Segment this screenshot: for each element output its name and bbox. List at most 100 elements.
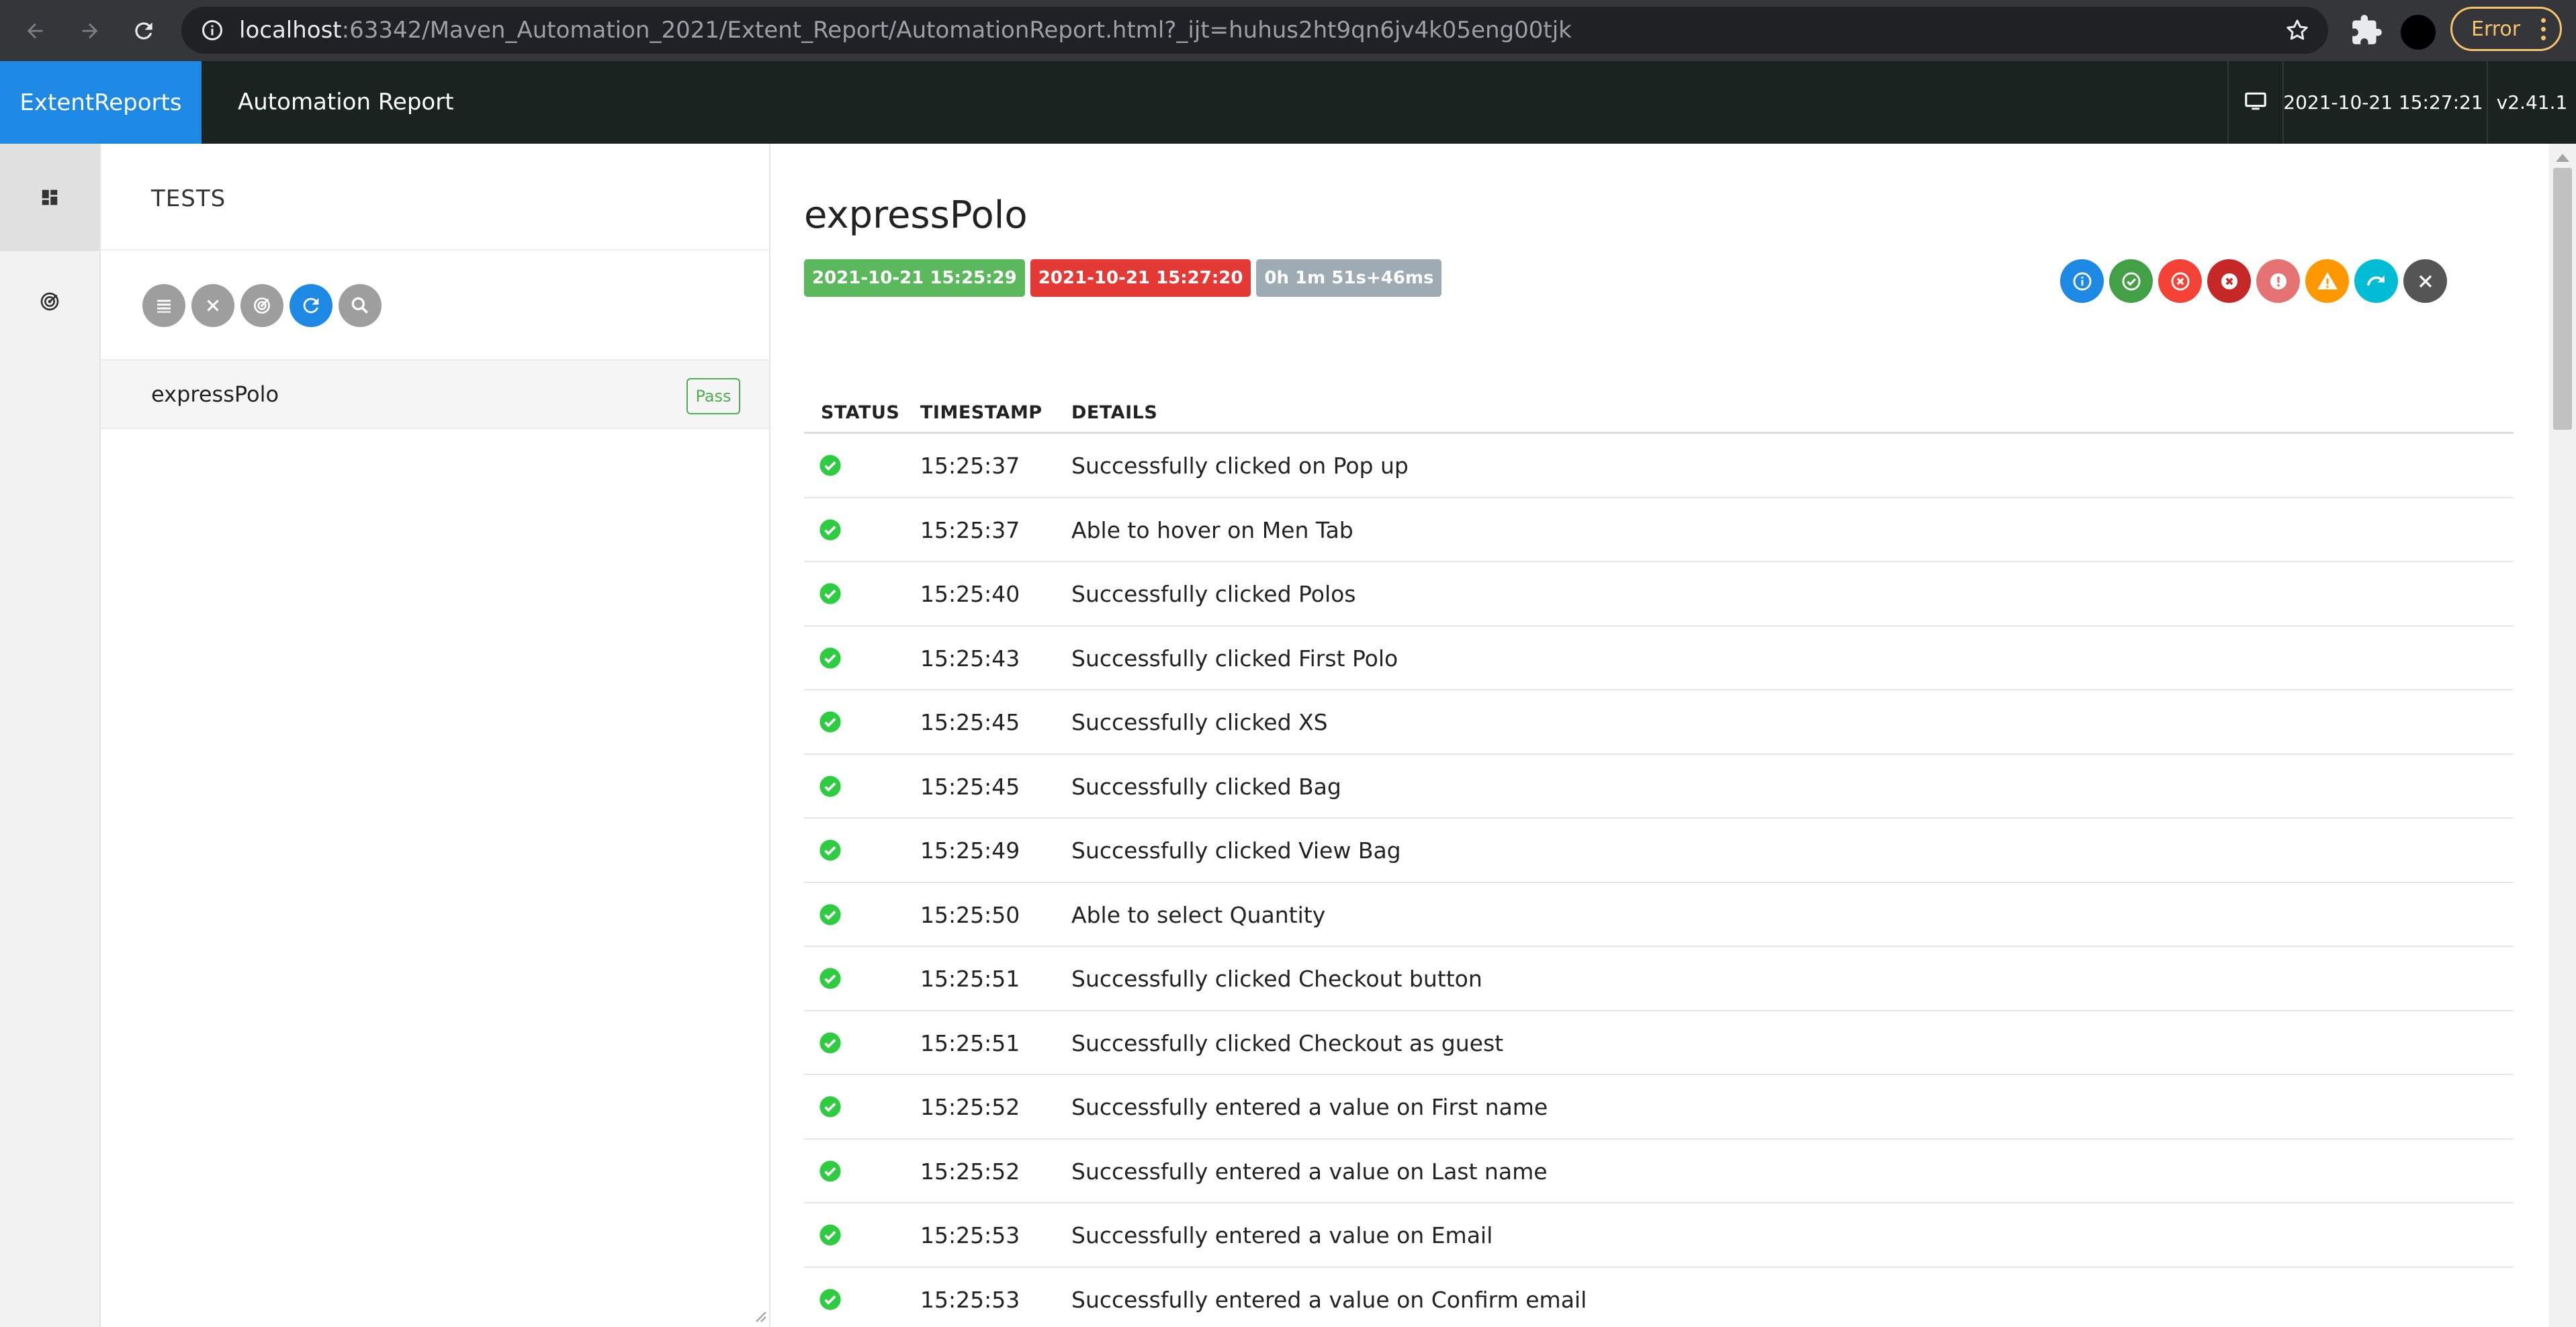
test-list-item[interactable]: expressPolo Pass xyxy=(101,359,769,429)
pass-status-icon xyxy=(819,647,841,669)
filter-clear-button[interactable] xyxy=(2403,259,2447,303)
end-time-badge: 2021-10-21 15:27:20 xyxy=(1030,259,1251,297)
warning-icon xyxy=(2317,272,2338,289)
tests-toolbar xyxy=(142,284,382,327)
log-row: 15:25:51 Successfully clicked Checkout bu… xyxy=(804,947,2514,1011)
report-version: v2.41.1 xyxy=(2496,91,2568,113)
pass-status-icon xyxy=(819,775,841,797)
log-timestamp: 15:25:49 xyxy=(920,837,1020,864)
search-button[interactable] xyxy=(339,284,382,327)
reload-icon xyxy=(135,22,152,40)
url-path: :63342/Maven_Automation_2021/Extent_Repo… xyxy=(341,17,1572,44)
pass-status-icon xyxy=(819,839,841,861)
site-info-icon[interactable] xyxy=(200,18,224,42)
log-table-body: 15:25:37 Successfully clicked on Pop up 15… xyxy=(804,434,2514,1327)
pass-status-icon xyxy=(819,1160,841,1182)
list-icon xyxy=(157,300,171,313)
log-row: 15:25:49 Successfully clicked View Bag xyxy=(804,819,2514,883)
duration-badge: 0h 1m 51s+46ms xyxy=(1256,259,1442,297)
reload-button[interactable] xyxy=(125,12,163,50)
log-row: 15:25:53 Successfully entered a value on … xyxy=(804,1203,2514,1268)
brand-logo[interactable]: ExtentReports xyxy=(0,61,202,144)
nav-item-tests[interactable] xyxy=(0,144,99,251)
log-row: 15:25:50 Able to select Quantity xyxy=(804,883,2514,947)
log-timestamp: 15:25:45 xyxy=(920,709,1020,735)
column-header-timestamp: TIMESTAMP xyxy=(920,402,1042,423)
nav-item-categories[interactable] xyxy=(0,258,99,345)
address-bar[interactable]: localhost:63342/Maven_Automation_2021/Ex… xyxy=(181,7,2328,54)
start-time-badge: 2021-10-21 15:25:29 xyxy=(804,259,1025,297)
log-timestamp: 15:25:52 xyxy=(920,1094,1020,1120)
log-timestamp: 15:25:51 xyxy=(920,966,1020,992)
filter-fail-button[interactable] xyxy=(2158,259,2202,303)
pass-status-icon xyxy=(819,968,841,989)
log-details: Successfully entered a value on First na… xyxy=(1071,1094,1548,1120)
log-details: Successfully clicked Checkout as guest xyxy=(1071,1029,1504,1056)
category-filter-button[interactable] xyxy=(240,284,283,327)
log-details: Successfully entered a value on Email xyxy=(1071,1222,1493,1248)
tests-heading: TESTS xyxy=(151,185,226,212)
side-nav xyxy=(0,144,101,1327)
log-row: 15:25:53 Successfully entered a value on … xyxy=(804,1268,2514,1327)
forward-button[interactable] xyxy=(71,12,109,50)
status-badge: Pass xyxy=(686,378,740,414)
log-status-filters xyxy=(2060,259,2447,303)
column-header-details: DETAILS xyxy=(1071,402,1158,423)
refresh-button[interactable] xyxy=(290,284,332,327)
log-details: Able to hover on Men Tab xyxy=(1071,516,1353,543)
log-row: 15:25:37 Able to hover on Men Tab xyxy=(804,498,2514,562)
pass-icon xyxy=(2122,272,2140,290)
log-timestamp: 15:25:40 xyxy=(920,581,1020,607)
filter-warning-button[interactable] xyxy=(2305,259,2349,303)
back-button[interactable] xyxy=(16,12,54,50)
log-timestamp: 15:25:51 xyxy=(920,1029,1020,1056)
log-details: Successfully clicked on Pop up xyxy=(1071,453,1409,479)
log-details: Successfully clicked Polos xyxy=(1071,581,1356,607)
url-text[interactable]: localhost:63342/Maven_Automation_2021/Ex… xyxy=(239,7,1572,54)
log-timestamp: 15:25:37 xyxy=(920,453,1020,479)
pass-status-icon xyxy=(819,1096,841,1117)
dashboard-icon xyxy=(42,189,58,205)
clear-filter-button[interactable] xyxy=(191,284,234,327)
error-button[interactable]: Error xyxy=(2450,7,2562,51)
pass-status-icon xyxy=(819,1224,841,1246)
filter-error-button[interactable] xyxy=(2256,259,2300,303)
log-row: 15:25:52 Successfully entered a value on … xyxy=(804,1075,2514,1140)
bookmark-star-icon[interactable] xyxy=(2284,17,2311,44)
report-date: 2021-10-21 15:27:21 xyxy=(2283,91,2483,113)
divider xyxy=(101,249,769,250)
log-table-header: STATUS TIMESTAMP DETAILS xyxy=(804,392,2514,434)
profile-avatar[interactable] xyxy=(2401,15,2436,50)
scroll-up-arrow-icon[interactable] xyxy=(2555,152,2571,164)
page-scrollbar[interactable] xyxy=(2549,144,2576,1327)
filter-info-button[interactable] xyxy=(2060,259,2104,303)
log-details: Successfully clicked XS xyxy=(1071,709,1328,735)
arrow-right-icon xyxy=(82,23,98,39)
filter-skip-button[interactable] xyxy=(2354,259,2398,303)
pass-status-icon xyxy=(819,1032,841,1054)
log-details: Successfully clicked Checkout button xyxy=(1071,966,1482,992)
resize-grip-icon[interactable] xyxy=(752,1308,767,1323)
radar-icon xyxy=(254,298,270,314)
fatal-icon xyxy=(2221,273,2237,289)
pass-status-icon xyxy=(819,518,841,541)
header-divider xyxy=(2227,61,2229,144)
tests-panel: TESTS expressPolo Pass xyxy=(101,144,770,1327)
scrollbar-thumb[interactable] xyxy=(2553,168,2572,430)
log-row: 15:25:51 Successfully clicked Checkout as… xyxy=(804,1011,2514,1075)
extensions-puzzle-icon[interactable] xyxy=(2350,13,2383,47)
log-details: Successfully clicked First Polo xyxy=(1071,645,1398,672)
filter-pass-button[interactable] xyxy=(2109,259,2153,303)
report-name: Automation Report xyxy=(238,89,454,116)
filter-fatal-button[interactable] xyxy=(2207,259,2251,303)
log-row: 15:25:37 Successfully clicked on Pop up xyxy=(804,434,2514,498)
arrow-left-icon xyxy=(27,23,43,39)
refresh-icon xyxy=(303,298,319,314)
log-timestamp: 15:25:45 xyxy=(920,773,1020,800)
monitor-icon xyxy=(2245,92,2266,110)
status-filter-button[interactable] xyxy=(142,284,185,327)
search-icon xyxy=(351,297,368,314)
radar-icon xyxy=(40,292,59,311)
log-row: 15:25:45 Successfully clicked XS xyxy=(804,690,2514,755)
log-details: Able to select Quantity xyxy=(1071,901,1326,928)
